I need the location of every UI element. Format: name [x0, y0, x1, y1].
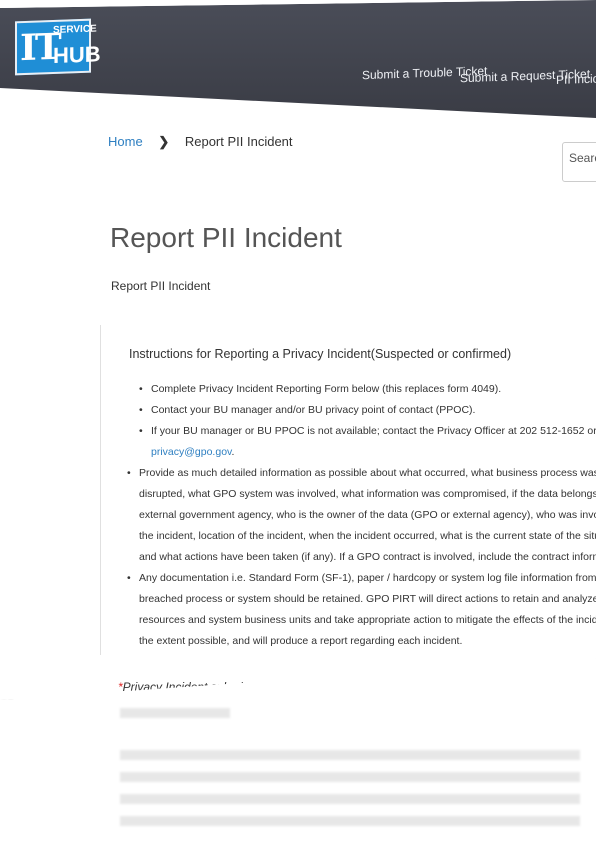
reflection-stroke	[120, 772, 580, 782]
logo-hub: HUB	[53, 41, 101, 68]
breadcrumb-separator-icon: ❯	[158, 134, 170, 149]
nav-pii-incident[interactable]: PII Incident	[556, 71, 596, 87]
reflection-stroke	[120, 708, 230, 718]
instructions-panel: Instructions for Reporting a Privacy Inc…	[100, 325, 596, 655]
breadcrumb-current: Report PII Incident	[184, 134, 293, 149]
page-subtitle: Report PII Incident	[111, 279, 211, 293]
breadcrumb: Home ❯ Report PII Incident	[108, 134, 293, 150]
instruction-item: Provide as much detailed information as …	[127, 463, 596, 568]
page-reflection	[0, 700, 596, 856]
screenshot-stage: Home ❯ Report PII Incident Search Report…	[0, 0, 596, 856]
instruction-item: Any documentation i.e. Standard Form (SF…	[127, 568, 596, 652]
reflection-stroke	[120, 794, 580, 804]
page-title: Report PII Incident	[110, 222, 342, 253]
reflection-stroke	[120, 750, 580, 760]
it-service-hub-logo[interactable]: IT SERVICE HUB	[15, 18, 101, 76]
instruction-item: If your BU manager or BU PPOC is not ava…	[139, 421, 596, 463]
instructions-list: Complete Privacy Incident Reporting Form…	[127, 379, 596, 652]
instruction-item: Complete Privacy Incident Reporting Form…	[139, 379, 596, 400]
instructions-title: Instructions for Reporting a Privacy Inc…	[129, 347, 512, 361]
logo-service: SERVICE	[53, 23, 97, 36]
search-input[interactable]: Search	[562, 142, 596, 182]
instruction-item: Contact your BU manager and/or BU privac…	[139, 400, 596, 421]
reflection-stroke	[120, 816, 580, 826]
page-card: Home ❯ Report PII Incident Search Report…	[0, 0, 596, 700]
privacy-incident-submitted-by-label: *Privacy Incident submitted by	[118, 680, 279, 694]
breadcrumb-home-link[interactable]: Home	[108, 134, 143, 149]
privacy-email-link[interactable]: privacy@gpo.gov	[151, 446, 232, 458]
